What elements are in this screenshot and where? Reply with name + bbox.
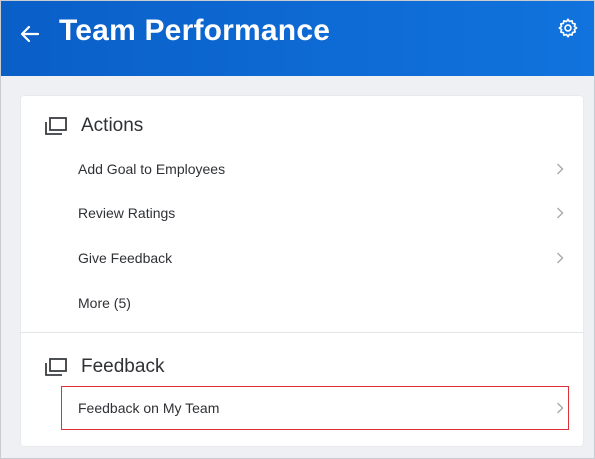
page-header: Team Performance <box>1 1 594 76</box>
chevron-right-icon <box>556 206 566 220</box>
page-title: Team Performance <box>59 14 331 47</box>
chevron-right-icon <box>556 251 566 265</box>
settings-button[interactable] <box>556 16 580 40</box>
app-frame: Team Performance Actions Add Goal to Emp… <box>0 0 595 459</box>
stacked-windows-icon <box>45 117 67 135</box>
action-label: More (5) <box>78 295 131 311</box>
actions-section-header: Actions <box>45 111 143 141</box>
action-add-goal-to-employees[interactable]: Add Goal to Employees <box>78 149 566 189</box>
section-divider <box>21 332 583 333</box>
chevron-right-icon <box>556 162 566 176</box>
action-label: Add Goal to Employees <box>78 161 226 177</box>
action-label: Give Feedback <box>78 250 173 266</box>
action-more[interactable]: More (5) <box>78 283 566 323</box>
gear-icon <box>558 18 578 38</box>
action-label: Review Ratings <box>78 205 176 221</box>
feedback-section-header: Feedback <box>45 352 164 382</box>
back-button[interactable] <box>17 21 43 47</box>
feedback-label: Feedback on My Team <box>78 400 220 416</box>
stacked-windows-icon <box>45 358 67 376</box>
action-give-feedback[interactable]: Give Feedback <box>78 238 566 278</box>
performance-card: Actions Add Goal to Employees Review Rat… <box>21 96 583 446</box>
chevron-right-icon <box>556 401 566 415</box>
actions-heading: Actions <box>81 115 144 136</box>
feedback-heading: Feedback <box>81 356 165 377</box>
action-review-ratings[interactable]: Review Ratings <box>78 193 566 233</box>
arrow-left-icon <box>20 25 40 43</box>
feedback-on-my-team[interactable]: Feedback on My Team <box>78 388 566 428</box>
